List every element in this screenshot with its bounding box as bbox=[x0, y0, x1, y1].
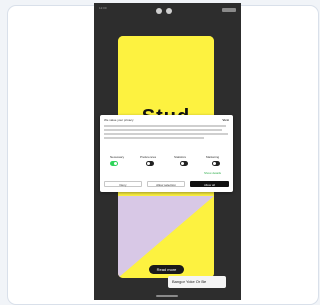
necessary-toggle[interactable] bbox=[110, 161, 118, 166]
category-label: Statistics bbox=[174, 155, 187, 159]
category-label: Preferences bbox=[140, 155, 157, 159]
consent-logo: Vizzi bbox=[222, 118, 229, 122]
nav-handle bbox=[156, 295, 178, 297]
consent-text-line bbox=[104, 137, 204, 139]
category-label: Marketing bbox=[206, 155, 220, 159]
show-details-link[interactable]: Show details bbox=[204, 171, 221, 175]
read-more-label: Read more bbox=[156, 267, 177, 272]
consent-text-line bbox=[104, 129, 222, 131]
allow-selection-button[interactable]: Allow selection bbox=[147, 181, 185, 187]
status-bar: 12:00 bbox=[94, 3, 241, 19]
allow-all-button[interactable]: Allow all bbox=[190, 181, 229, 187]
consent-text-line bbox=[104, 133, 228, 135]
consent-title: We value your privacy bbox=[104, 118, 134, 122]
cookie-consent-dialog: We value your privacy Vizzi Necessary Pr… bbox=[100, 115, 233, 192]
status-time: 12:00 bbox=[99, 6, 107, 10]
camera-icon bbox=[156, 8, 162, 14]
read-more-button[interactable]: Read more bbox=[149, 265, 184, 274]
sensor-icon bbox=[166, 8, 172, 14]
signal-battery-icon bbox=[222, 8, 236, 12]
statistics-toggle[interactable] bbox=[180, 161, 188, 166]
bottom-chip-label: Bangor Yoke Or Be bbox=[172, 279, 207, 284]
consent-text-line bbox=[104, 125, 226, 127]
deny-button[interactable]: Deny bbox=[104, 181, 142, 187]
bottom-chip[interactable]: Bangor Yoke Or Be bbox=[168, 276, 226, 288]
preferences-toggle[interactable] bbox=[146, 161, 154, 166]
category-label: Necessary bbox=[110, 155, 125, 159]
marketing-toggle[interactable] bbox=[212, 161, 220, 166]
